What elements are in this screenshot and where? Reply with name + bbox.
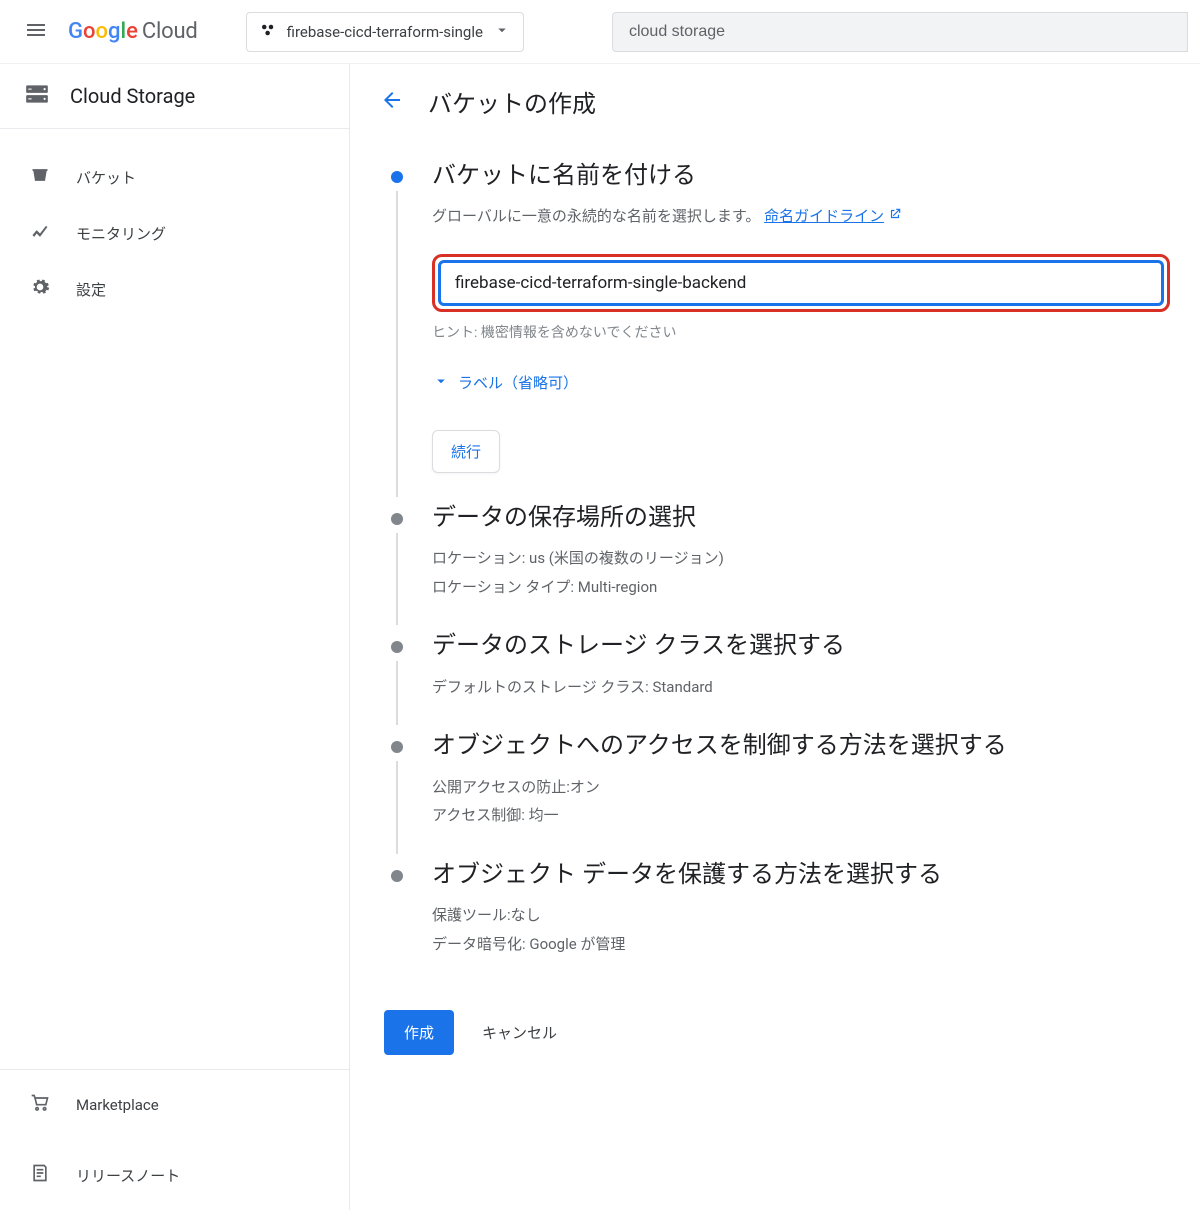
sidebar-header: Cloud Storage: [0, 64, 349, 129]
sidebar-nav: バケット モニタリング 設定: [0, 129, 349, 1069]
labels-toggle[interactable]: ラベル（省略可）: [432, 372, 1170, 394]
main-header: バケットの作成: [380, 84, 1170, 119]
step-title: オブジェクト データを保護する方法を選択する: [432, 858, 1170, 892]
footer-actions: 作成 キャンセル: [384, 1010, 1170, 1055]
sidebar-item-buckets[interactable]: バケット: [0, 149, 349, 205]
back-button[interactable]: [380, 88, 404, 116]
step-title: データの保存場所の選択: [432, 501, 1170, 535]
sidebar-item-label: Marketplace: [76, 1096, 159, 1114]
notes-icon: [30, 1163, 50, 1187]
naming-guideline-link[interactable]: 命名ガイドライン: [764, 203, 902, 230]
sidebar-item-label: バケット: [76, 167, 136, 188]
bucket-name-hint: ヒント: 機密情報を含めないでください: [432, 322, 1170, 342]
chevron-down-icon: [432, 372, 450, 394]
step-title: オブジェクトへのアクセスを制御する方法を選択する: [432, 729, 1170, 763]
hamburger-icon: [24, 18, 48, 46]
step-summary-line: アクセス制御: 均一: [432, 801, 1170, 830]
sidebar-bottom: Marketplace リリースノート: [0, 1069, 349, 1210]
page-title: バケットの作成: [428, 84, 596, 119]
step-summary-line: 保護ツール:なし: [432, 901, 1170, 930]
step-summary-line: データ暗号化: Google が管理: [432, 930, 1170, 959]
menu-button[interactable]: [12, 8, 60, 56]
wizard-steps: バケットに名前を付ける グローバルに一意の永続的な名前を選択します。 命名ガイド…: [386, 159, 1170, 986]
sidebar: Cloud Storage バケット モニタリング 設定 Marketplace: [0, 64, 350, 1210]
project-selector[interactable]: firebase-cicd-terraform-single: [246, 12, 524, 52]
step-storage-class[interactable]: データのストレージ クラスを選択する デフォルトのストレージ クラス: Stan…: [386, 629, 1170, 729]
gear-icon: [30, 277, 50, 301]
step-summary-line: ロケーション タイプ: Multi-region: [432, 573, 1170, 602]
search-input[interactable]: [612, 12, 1188, 52]
bucket-name-input[interactable]: [455, 273, 1147, 293]
logo-google-word: Google: [68, 19, 138, 44]
step-summary-line: デフォルトのストレージ クラス: Standard: [432, 673, 1170, 702]
top-header: Google Cloud firebase-cicd-terraform-sin…: [0, 0, 1200, 64]
step-title: データのストレージ クラスを選択する: [432, 629, 1170, 663]
step-summary-line: ロケーション: us (米国の複数のリージョン): [432, 544, 1170, 573]
sidebar-item-label: 設定: [76, 279, 106, 300]
sidebar-item-settings[interactable]: 設定: [0, 261, 349, 317]
arrow-left-icon: [380, 97, 404, 116]
sidebar-item-monitoring[interactable]: モニタリング: [0, 205, 349, 261]
chart-icon: [30, 221, 50, 245]
cancel-button[interactable]: キャンセル: [482, 1022, 557, 1043]
step-name-bucket[interactable]: バケットに名前を付ける グローバルに一意の永続的な名前を選択します。 命名ガイド…: [386, 159, 1170, 501]
step-summary-line: 公開アクセスの防止:オン: [432, 773, 1170, 802]
project-name: firebase-cicd-terraform-single: [287, 23, 483, 41]
create-button[interactable]: 作成: [384, 1010, 454, 1055]
step-access-control[interactable]: オブジェクトへのアクセスを制御する方法を選択する 公開アクセスの防止:オン アク…: [386, 729, 1170, 858]
step-location[interactable]: データの保存場所の選択 ロケーション: us (米国の複数のリージョン) ロケー…: [386, 501, 1170, 630]
gcp-logo[interactable]: Google Cloud: [68, 19, 198, 44]
logo-cloud-word: Cloud: [142, 19, 198, 44]
step-title: バケットに名前を付ける: [432, 159, 1170, 193]
step-description: グローバルに一意の永続的な名前を選択します。 命名ガイドライン: [432, 203, 1170, 230]
sidebar-item-label: モニタリング: [76, 223, 166, 244]
bucket-icon: [30, 165, 50, 189]
storage-icon: [24, 81, 50, 111]
sidebar-item-release-notes[interactable]: リリースノート: [0, 1140, 349, 1210]
sidebar-title: Cloud Storage: [70, 84, 195, 108]
project-icon: [259, 21, 277, 43]
step-protection[interactable]: オブジェクト データを保護する方法を選択する 保護ツール:なし データ暗号化: …: [386, 858, 1170, 987]
continue-button[interactable]: 続行: [432, 430, 500, 473]
chevron-down-icon: [493, 21, 511, 43]
sidebar-item-label: リリースノート: [76, 1165, 180, 1186]
main-content: バケットの作成 バケットに名前を付ける グローバルに一意の永続的な名前を選択しま…: [350, 64, 1200, 1210]
cart-icon: [30, 1093, 50, 1117]
sidebar-item-marketplace[interactable]: Marketplace: [0, 1070, 349, 1140]
bucket-name-field-highlight: [432, 254, 1170, 312]
external-link-icon: [888, 203, 902, 230]
